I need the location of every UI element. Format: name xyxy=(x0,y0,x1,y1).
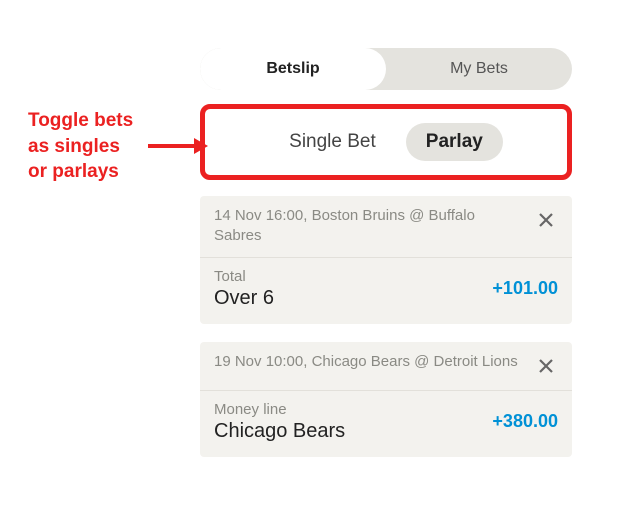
bet-card: 19 Nov 10:00, Chicago Bears @ Detroit Li… xyxy=(200,342,572,457)
selection-label: Over 6 xyxy=(214,287,492,310)
betslip-panel: Betslip My Bets Single Bet Parlay 14 Nov… xyxy=(200,48,572,457)
odds-value: +101.00 xyxy=(492,278,558,299)
tab-mybets[interactable]: My Bets xyxy=(386,48,572,90)
bet-card-body: Money line Chicago Bears +380.00 xyxy=(200,391,572,457)
close-icon[interactable] xyxy=(532,206,560,234)
top-tabs: Betslip My Bets xyxy=(200,48,572,90)
annotation-line: or parlays xyxy=(28,159,133,185)
selection-label: Chicago Bears xyxy=(214,420,492,443)
bet-card: 14 Nov 16:00, Boston Bruins @ Buffalo Sa… xyxy=(200,196,572,324)
bet-card-body: Total Over 6 +101.00 xyxy=(200,258,572,324)
event-label: 19 Nov 10:00, Chicago Bears @ Detroit Li… xyxy=(214,352,522,372)
bet-list: 14 Nov 16:00, Boston Bruins @ Buffalo Sa… xyxy=(200,196,572,457)
market-label: Total xyxy=(214,268,492,285)
annotation-text: Toggle bets as singles or parlays xyxy=(28,108,133,185)
bet-card-header: 19 Nov 10:00, Chicago Bears @ Detroit Li… xyxy=(200,342,572,390)
annotation-line: Toggle bets xyxy=(28,108,133,134)
close-icon[interactable] xyxy=(532,352,560,380)
bet-card-header: 14 Nov 16:00, Boston Bruins @ Buffalo Sa… xyxy=(200,196,572,257)
annotation-line: as singles xyxy=(28,134,133,160)
odds-value: +380.00 xyxy=(492,411,558,432)
arrow-icon xyxy=(148,136,208,156)
mode-single-bet[interactable]: Single Bet xyxy=(269,123,396,161)
bet-mode-toggle: Single Bet Parlay xyxy=(200,104,572,180)
mode-parlay[interactable]: Parlay xyxy=(406,123,503,161)
tab-betslip[interactable]: Betslip xyxy=(200,48,386,90)
event-label: 14 Nov 16:00, Boston Bruins @ Buffalo Sa… xyxy=(214,206,522,247)
market-label: Money line xyxy=(214,401,492,418)
